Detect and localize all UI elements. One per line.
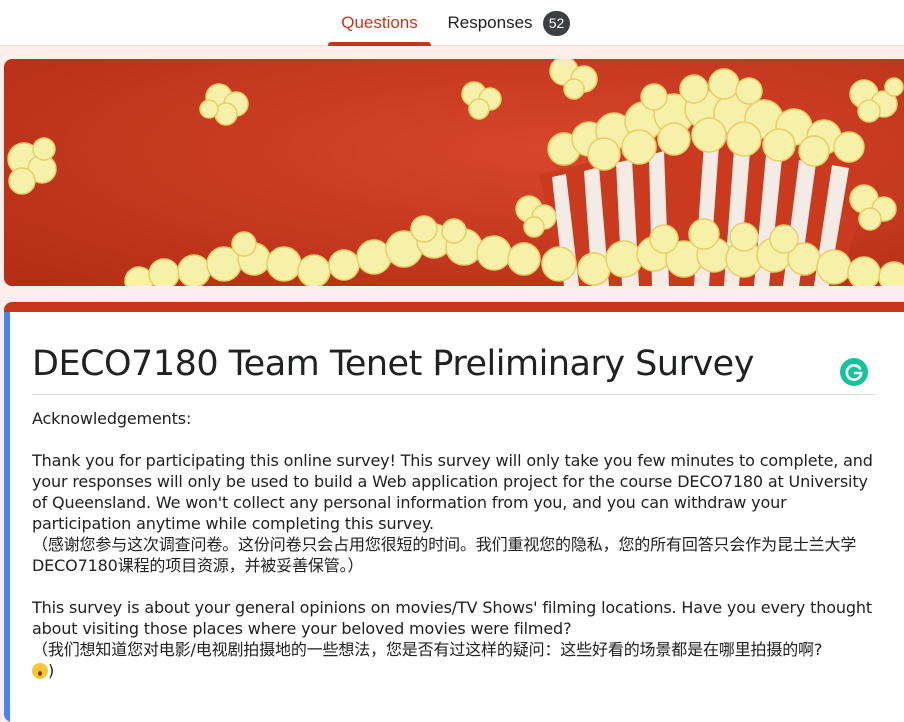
card-focus-rail [4,312,10,722]
description-paragraph-2-chinese-wrap: （我们想知道您对电影/电视剧拍摄地的一些想法，您是否有过这样的疑问：这些好看的场… [32,639,882,681]
description-paragraph-1: Thank you for participating this online … [32,451,873,533]
description-paragraph-2-chinese: （我们想知道您对电影/电视剧拍摄地的一些想法，您是否有过这样的疑问：这些好看的场… [32,640,823,659]
surprised-face-emoji-icon [32,663,48,679]
form-editor-tabs: Questions Responses 52 [0,0,904,46]
tab-responses-label: Responses [447,13,533,32]
form-title[interactable]: DECO7180 Team Tenet Preliminary Survey [32,342,852,386]
card-accent-bar [4,302,904,312]
description-paragraph-2-chinese-end: ) [48,661,55,680]
tab-responses[interactable]: Responses [440,0,540,46]
grammarly-icon[interactable] [840,358,868,386]
header-banner-image [4,59,904,286]
active-tab-indicator [328,42,431,46]
description-paragraph-2: This survey is about your general opinio… [32,598,873,638]
description-paragraph-1-chinese: （感谢您参与这次调查问卷。这份问卷只会占用您很短的时间。我们重视您的隐私，您的所… [32,535,857,575]
form-description[interactable]: Acknowledgements: Thank you for particip… [32,408,882,681]
tab-questions-label: Questions [341,13,418,32]
description-heading: Acknowledgements: [32,409,192,428]
responses-count-badge: 52 [543,11,570,36]
tab-questions[interactable]: Questions [328,0,431,46]
popcorn-banner-illustration [4,59,904,286]
title-divider [32,394,876,395]
form-header-card: DECO7180 Team Tenet Preliminary Survey A… [4,302,904,722]
